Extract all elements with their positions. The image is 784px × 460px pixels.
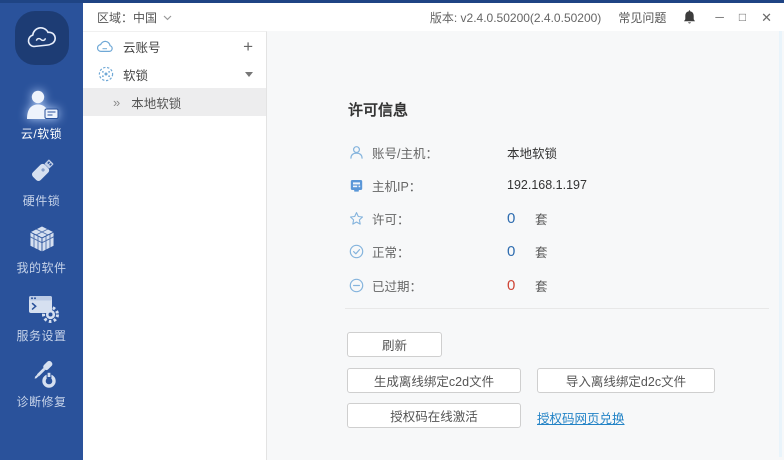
authcode-web-redeem-link[interactable]: 授权码网页兑换 (537, 408, 625, 427)
sidebar-item-cloud-softlock[interactable]: 云/软锁 (0, 85, 83, 142)
sidebar-item-label: 硬件锁 (0, 192, 83, 209)
info-row-licenses: 许可： 0 套 (348, 208, 548, 228)
info-row-account-host: 账号/主机： 本地软锁 (348, 142, 557, 162)
region-label: 区域：中国 (97, 9, 157, 26)
region-selector[interactable]: 区域：中国 (97, 9, 172, 26)
usb-dongle-icon (0, 152, 83, 188)
window-top-border (0, 0, 784, 3)
import-d2c-file-button[interactable]: 导入离线绑定d2c文件 (537, 368, 715, 393)
titlebar: 区域：中国 版本: v2.4.0.50200(2.4.0.50200) 常见问题… (83, 3, 784, 31)
generate-c2d-file-button[interactable]: 生成离线绑定c2d文件 (347, 368, 521, 393)
info-label: 正常： (372, 242, 507, 261)
notification-bell-icon[interactable] (683, 10, 696, 25)
info-unit: 套 (535, 209, 548, 228)
minus-circle-icon (348, 277, 364, 293)
sidebar-item-service-settings[interactable]: 服务设置 (0, 287, 83, 344)
check-circle-icon (348, 243, 364, 259)
terminal-gear-icon (0, 287, 83, 323)
window-controls: ─ □ ✕ (715, 11, 772, 24)
page-title: 许可信息 (348, 99, 408, 120)
info-label: 账号/主机： (372, 143, 507, 162)
panel-item-label: 云账号 (123, 37, 234, 56)
star-icon (348, 210, 364, 226)
app-window: 云/软锁 硬件锁 (0, 0, 784, 460)
user-card-icon (0, 85, 83, 121)
sidebar-item-label: 我的软件 (0, 259, 83, 276)
sidebar-item-my-software[interactable]: 我的软件 (0, 219, 83, 276)
version-text: 版本: v2.4.0.50200(2.4.0.50200) (430, 9, 601, 26)
sidebar-item-label: 服务设置 (0, 327, 83, 344)
panel-item-label: 软锁 (123, 65, 236, 84)
info-row-host-ip: 主机IP： 192.168.1.197 (348, 175, 587, 195)
info-unit: 套 (535, 242, 548, 261)
cloud-logo-icon (15, 11, 69, 65)
info-value: 0 (507, 277, 535, 294)
info-value: 192.168.1.197 (507, 178, 587, 192)
refresh-button[interactable]: 刷新 (347, 332, 442, 357)
globe-lock-icon (97, 66, 114, 82)
info-unit: 套 (535, 276, 548, 295)
collapse-caret-icon[interactable] (245, 72, 253, 77)
minimize-button[interactable]: ─ (715, 11, 724, 23)
info-value: 本地软锁 (507, 143, 557, 162)
authcode-online-activate-button[interactable]: 授权码在线激活 (347, 403, 521, 428)
panel-item-label: 本地软锁 (131, 93, 253, 112)
maximize-button[interactable]: □ (739, 11, 746, 23)
section-divider (345, 308, 769, 309)
info-label: 主机IP： (372, 176, 507, 195)
info-value: 0 (507, 210, 535, 227)
chevrons-right-icon: » (113, 95, 120, 110)
chevron-down-icon (163, 10, 172, 24)
lock-tree-panel: 云账号 + 软锁 » 本地软锁 (83, 31, 267, 460)
sidebar-item-label: 云/软锁 (0, 125, 83, 142)
info-value: 0 (507, 243, 535, 260)
person-icon (348, 144, 364, 160)
panel-item-cloud-account[interactable]: 云账号 + (83, 32, 266, 60)
close-button[interactable]: ✕ (761, 11, 772, 24)
add-account-button[interactable]: + (243, 38, 253, 55)
sidebar: 云/软锁 硬件锁 (0, 0, 83, 460)
panel-item-soft-lock[interactable]: 软锁 (83, 60, 266, 88)
repair-tools-icon (0, 353, 83, 389)
sidebar-item-label: 诊断修复 (0, 393, 83, 410)
license-info-panel: 许可信息 账号/主机： 本地软锁 主机IP： (268, 31, 784, 460)
cube-icon (0, 219, 83, 255)
info-row-expired: 已过期： 0 套 (348, 275, 548, 295)
info-label: 已过期： (372, 276, 507, 295)
sidebar-item-diagnose-repair[interactable]: 诊断修复 (0, 353, 83, 410)
faq-link[interactable]: 常见问题 (618, 9, 666, 26)
app-logo (0, 11, 83, 65)
panel-item-local-soft-lock[interactable]: » 本地软锁 (83, 88, 266, 116)
sidebar-item-hardware-lock[interactable]: 硬件锁 (0, 152, 83, 209)
host-icon (348, 177, 364, 193)
cloud-icon (97, 40, 114, 53)
info-label: 许可： (372, 209, 507, 228)
info-row-normal: 正常： 0 套 (348, 241, 548, 261)
